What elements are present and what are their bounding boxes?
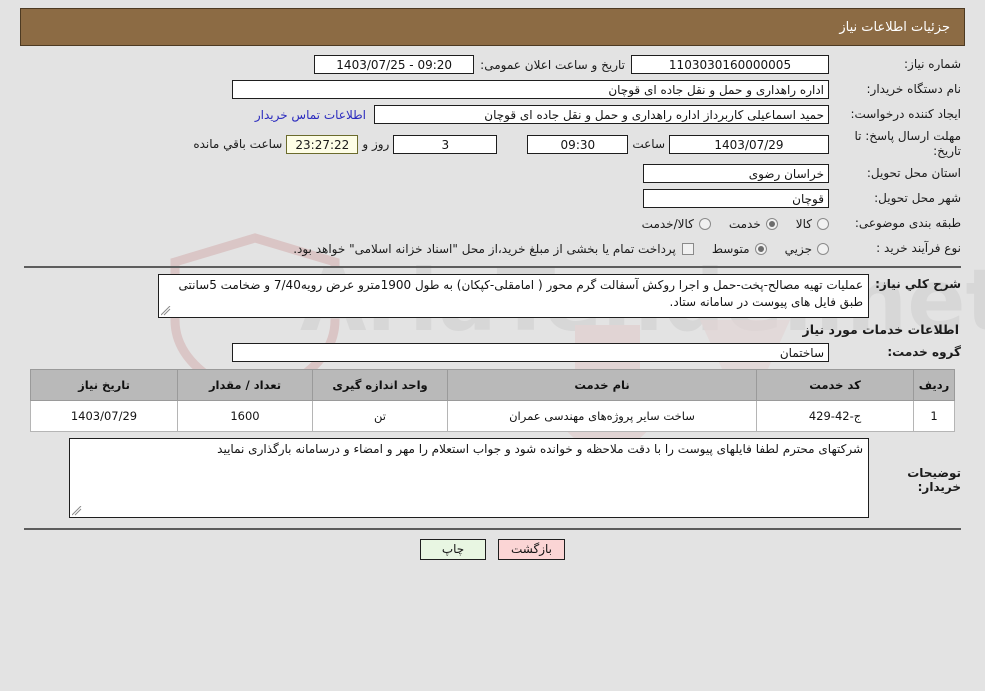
cell-service-code: ج-42-429	[756, 400, 914, 432]
row-delivery-city: شهر محل تحویل: قوچان	[24, 188, 961, 209]
footer-button-bar: بازگشت چاپ	[24, 528, 961, 560]
radio-option-kala[interactable]: کالا	[796, 217, 829, 231]
divider-above-description	[24, 266, 961, 268]
radio-icon-motavaset[interactable]	[754, 242, 767, 255]
buyer-notes-value: شرکتهای محترم لطفا فایلهای پیوست را با د…	[217, 442, 863, 456]
response-deadline-label: مهلت ارسال پاسخ: تا تاریخ:	[854, 129, 961, 158]
row-request-creator: ایجاد کننده درخواست: حمید اسماعیلی کاربر…	[24, 104, 961, 125]
radio-icon-jozei[interactable]	[817, 242, 829, 255]
cell-quantity: 1600	[177, 400, 313, 432]
cell-radif: 1	[913, 400, 955, 432]
page-header-bar: جزئیات اطلاعات نیاز	[20, 8, 965, 46]
page-title: جزئیات اطلاعات نیاز	[839, 20, 950, 35]
table-header-row: ردیف کد خدمت نام خدمت واحد اندازه گیری ت…	[30, 369, 955, 401]
treasury-docs-checkbox-row[interactable]: پرداخت تمام یا بخشی از مبلغ خرید،از محل …	[293, 242, 694, 256]
col-header-radif: ردیف	[913, 369, 955, 401]
need-description-label: شرح کلي نیاز:	[875, 277, 961, 291]
subject-classification-radio-group: کالا خدمت کالا/خدمت	[624, 217, 829, 231]
buyer-notes-label: توضیحات خریدار:	[907, 466, 961, 494]
radio-label-jozei: جزیي	[784, 241, 812, 256]
request-creator-label: ایجاد کننده درخواست:	[850, 107, 961, 121]
service-group-label: گروه خدمت:	[887, 345, 961, 359]
request-creator-value: حمید اسماعیلی کاربرداز اداره راهداری و ح…	[374, 105, 829, 124]
radio-label-kala: کالا	[795, 216, 812, 231]
back-button[interactable]: بازگشت	[498, 539, 565, 560]
resize-grip-icon-buyer-notes[interactable]	[72, 506, 82, 516]
treasury-docs-checkbox[interactable]	[681, 242, 694, 255]
buyer-org-label: نام دستگاه خریدار:	[866, 82, 962, 96]
remaining-hours-label: ساعت باقي مانده	[193, 137, 283, 151]
need-number-label: شماره نیاز:	[904, 57, 961, 71]
radio-icon-kala-khedmat[interactable]	[698, 217, 711, 230]
col-header-unit: واحد اندازه گیری	[312, 369, 448, 401]
col-header-quantity: تعداد / مقدار	[177, 369, 313, 401]
print-button[interactable]: چاپ	[420, 539, 486, 560]
radio-option-jozei[interactable]: جزیي	[785, 242, 829, 256]
announce-datetime-label: تاریخ و ساعت اعلان عمومی:	[480, 57, 625, 72]
col-header-service-code: کد خدمت	[756, 369, 914, 401]
subject-classification-label: طبقه بندی موضوعی:	[854, 216, 961, 230]
deadline-date-value: 1403/07/29	[669, 134, 829, 154]
buyer-notes-textarea[interactable]: شرکتهای محترم لطفا فایلهای پیوست را با د…	[69, 438, 869, 518]
deadline-time-value: 09:30	[527, 134, 629, 154]
row-need-description: شرح کلي نیاز: عملیات تهیه مصالح-پخت-حمل …	[24, 274, 961, 318]
purchase-process-type-label: نوع فرآیند خرید :	[876, 241, 961, 255]
radio-label-kala-khedmat: کالا/خدمت	[641, 216, 694, 231]
need-details-panel: شماره نیاز: 1103030160000005 تاریخ و ساع…	[20, 54, 965, 560]
need-number-value: 1103030160000005	[631, 55, 829, 74]
cell-service-name: ساخت سایر پروژه‌های مهندسی عمران	[447, 400, 757, 432]
table-row: 1 ج-42-429 ساخت سایر پروژه‌های مهندسی عم…	[30, 400, 955, 432]
deadline-time-label: ساعت	[632, 137, 665, 151]
purchase-type-radio-group: جزیي متوسط	[694, 242, 829, 256]
delivery-city-label: شهر محل تحویل:	[874, 191, 961, 205]
treasury-docs-checkbox-label: پرداخت تمام یا بخشی از مبلغ خرید،از محل …	[293, 241, 676, 256]
delivery-province-value: خراسان رضوی	[643, 164, 829, 183]
col-header-service-name: نام خدمت	[447, 369, 757, 401]
services-section-heading: اطلاعات خدمات مورد نیاز	[802, 322, 960, 337]
cell-need-date: 1403/07/29	[30, 400, 178, 432]
row-service-group: گروه خدمت: ساختمان	[24, 342, 961, 363]
radio-option-khedmat[interactable]: خدمت	[729, 217, 778, 231]
radio-icon-kala[interactable]	[817, 217, 829, 230]
row-buyer-org: نام دستگاه خریدار: اداره راهداری و حمل و…	[24, 79, 961, 100]
radio-label-motavaset: متوسط	[711, 241, 750, 256]
need-description-textarea[interactable]: عملیات تهیه مصالح-پخت-حمل و اجرا روکش آس…	[158, 274, 869, 318]
services-table: ردیف کد خدمت نام خدمت واحد اندازه گیری ت…	[30, 369, 955, 432]
row-response-deadline: مهلت ارسال پاسخ: تا تاریخ: 1403/07/29 سا…	[24, 129, 961, 159]
announce-datetime-value: 09:20 - 1403/07/25	[314, 55, 475, 74]
col-header-need-date: تاریخ نیاز	[30, 369, 178, 401]
row-delivery-province: استان محل تحویل: خراسان رضوی	[24, 163, 961, 184]
resize-grip-icon[interactable]	[161, 306, 171, 316]
buyer-org-value: اداره راهداری و حمل و نقل جاده ای قوچان	[232, 80, 829, 99]
services-table-wrap: ردیف کد خدمت نام خدمت واحد اندازه گیری ت…	[24, 367, 961, 432]
remaining-countdown-value: 23:27:22	[286, 134, 359, 154]
radio-option-motavaset[interactable]: متوسط	[712, 242, 767, 256]
remaining-days-value: 3	[393, 134, 498, 154]
remaining-days-label: روز و	[362, 137, 390, 151]
row-purchase-process-type: نوع فرآیند خرید : جزیي متوسط پرداخت تمام…	[24, 238, 961, 259]
radio-icon-khedmat[interactable]	[765, 217, 778, 230]
row-subject-classification: طبقه بندی موضوعی: کالا خدمت کالا/خدمت	[24, 213, 961, 234]
row-need-number: شماره نیاز: 1103030160000005 تاریخ و ساع…	[24, 54, 961, 75]
radio-option-kala-khedmat[interactable]: کالا/خدمت	[642, 217, 711, 231]
row-buyer-notes: توضیحات خریدار: شرکتهای محترم لطفا فایله…	[24, 438, 961, 518]
delivery-province-label: استان محل تحویل:	[866, 166, 961, 180]
need-description-value: عملیات تهیه مصالح-پخت-حمل و اجرا روکش آس…	[178, 278, 864, 309]
cell-unit: تن	[312, 400, 448, 432]
buyer-contact-info-link[interactable]: اطلاعات تماس خریدار	[247, 108, 374, 122]
radio-label-khedmat: خدمت	[728, 216, 761, 231]
service-group-value: ساختمان	[232, 343, 829, 362]
delivery-city-value: قوچان	[643, 189, 829, 208]
